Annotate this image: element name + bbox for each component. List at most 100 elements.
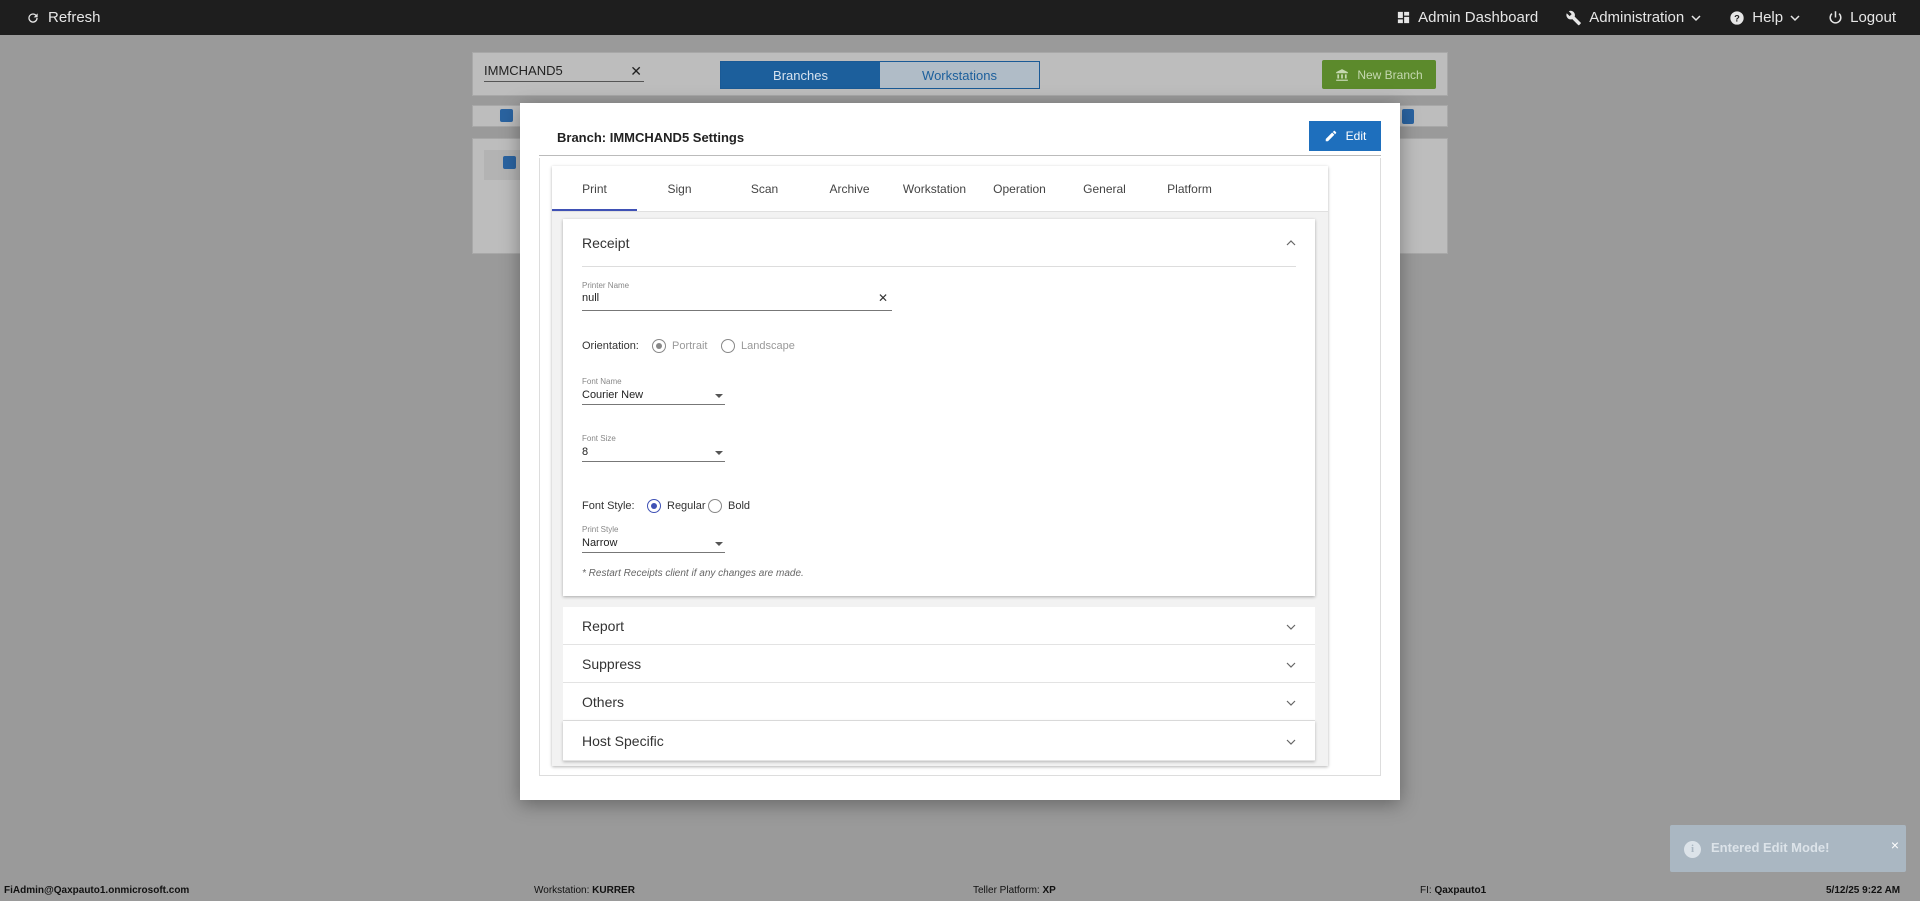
- tab-scan[interactable]: Scan: [722, 166, 807, 211]
- bold-radio[interactable]: [708, 499, 722, 513]
- chevron-down-icon: [1286, 662, 1296, 668]
- branch-settings-modal: Branch: IMMCHAND5 Settings Edit Print Si…: [520, 103, 1400, 800]
- fi-label: FI:: [1420, 885, 1432, 896]
- print-style-select[interactable]: Narrow: [582, 535, 725, 551]
- pencil-icon: [1325, 130, 1336, 142]
- status-user: FiAdmin@Qaxpauto1.onmicrosoft.com: [4, 885, 190, 896]
- select-all-checkbox[interactable]: [500, 109, 513, 122]
- settings-tabs: Print Sign Scan Archive Workstation Oper…: [552, 166, 1328, 212]
- printer-name-value: null: [582, 292, 600, 304]
- edit-mode-toast: i Entered Edit Mode! ×: [1670, 825, 1906, 872]
- status-workstation: Workstation: KURRER: [534, 885, 635, 896]
- tab-platform[interactable]: Platform: [1147, 166, 1232, 211]
- workstation-label: Workstation:: [534, 885, 590, 896]
- chevron-down-icon: [1286, 739, 1296, 745]
- tab-sign[interactable]: Sign: [637, 166, 722, 211]
- info-icon: i: [1684, 841, 1701, 858]
- help-menu[interactable]: ? Help: [1729, 9, 1800, 26]
- print-style-label: Print Style: [582, 525, 619, 534]
- caret-down-icon: [715, 451, 723, 455]
- edit-button[interactable]: Edit: [1309, 121, 1381, 151]
- chevron-down-icon: [1286, 700, 1296, 706]
- admin-dashboard-label: Admin Dashboard: [1418, 9, 1539, 26]
- receipt-section-header[interactable]: Receipt: [582, 219, 1296, 267]
- tab-workstation[interactable]: Workstation: [892, 166, 977, 211]
- new-branch-label: New Branch: [1357, 67, 1423, 82]
- portrait-label: Portrait: [672, 340, 708, 352]
- modal-header: Branch: IMMCHAND5 Settings Edit: [539, 121, 1381, 156]
- print-style-underline: [582, 552, 725, 553]
- view-toggle: Branches Workstations: [720, 61, 1040, 89]
- portrait-radio[interactable]: [652, 339, 666, 353]
- refresh-button[interactable]: Refresh: [26, 0, 101, 35]
- font-size-label: Font Size: [582, 434, 616, 443]
- landscape-radio[interactable]: [721, 339, 735, 353]
- chevron-up-icon[interactable]: [1286, 238, 1296, 248]
- logout-label: Logout: [1850, 9, 1896, 26]
- tab-operation[interactable]: Operation: [977, 166, 1062, 211]
- workstations-tab[interactable]: Workstations: [880, 62, 1039, 88]
- receipt-section-title: Receipt: [582, 235, 630, 251]
- tab-archive[interactable]: Archive: [807, 166, 892, 211]
- help-icon: ?: [1730, 10, 1744, 25]
- status-fi: FI: Qaxpauto1: [1420, 885, 1486, 896]
- close-toast-icon[interactable]: ×: [1891, 837, 1899, 853]
- others-section-header[interactable]: Others: [563, 683, 1315, 721]
- caret-down-icon: [715, 394, 723, 398]
- printer-name-label: Printer Name: [582, 281, 630, 290]
- chevron-down-icon: [1790, 14, 1800, 21]
- receipt-section: Receipt Printer Name null ✕ Orientation:…: [563, 219, 1315, 596]
- font-size-underline: [582, 461, 725, 462]
- bank-icon: [1336, 68, 1349, 81]
- clear-printer-icon[interactable]: ✕: [878, 291, 888, 305]
- regular-label: Regular: [667, 500, 706, 512]
- admin-dashboard-link[interactable]: Admin Dashboard: [1396, 9, 1538, 26]
- host-specific-section-title: Host Specific: [582, 733, 664, 749]
- chevron-down-icon: [1691, 14, 1701, 21]
- power-icon: [1829, 11, 1842, 24]
- caret-down-icon: [715, 542, 723, 546]
- logout-button[interactable]: Logout: [1828, 9, 1896, 26]
- suppress-section-header[interactable]: Suppress: [563, 645, 1315, 683]
- font-size-select[interactable]: 8: [582, 444, 725, 460]
- toast-message: Entered Edit Mode!: [1711, 840, 1830, 855]
- suppress-section-title: Suppress: [582, 656, 642, 672]
- branches-tab[interactable]: Branches: [721, 62, 880, 88]
- printer-name-input[interactable]: null ✕: [582, 291, 892, 307]
- clear-search-icon[interactable]: ✕: [630, 63, 642, 80]
- font-name-label: Font Name: [582, 377, 622, 386]
- workstation-value: KURRER: [592, 885, 635, 896]
- print-style-value: Narrow: [582, 537, 618, 549]
- landscape-label: Landscape: [741, 340, 795, 352]
- wrench-icon: [1566, 10, 1582, 25]
- refresh-label: Refresh: [48, 9, 101, 26]
- help-label: Help: [1752, 9, 1784, 26]
- restart-note: * Restart Receipts client if any changes…: [582, 568, 804, 579]
- row-checkbox[interactable]: [503, 156, 516, 169]
- font-name-value: Courier New: [582, 389, 644, 401]
- host-specific-section-header[interactable]: Host Specific: [563, 721, 1315, 761]
- tab-print[interactable]: Print: [552, 166, 637, 211]
- platform-value: XP: [1042, 885, 1056, 896]
- delete-icon[interactable]: [1402, 109, 1414, 124]
- branch-search-value: IMMCHAND5: [484, 63, 563, 78]
- branch-search-input[interactable]: IMMCHAND5 ✕: [484, 63, 644, 82]
- administration-menu[interactable]: Administration: [1566, 9, 1701, 26]
- fi-value: Qaxpauto1: [1434, 885, 1487, 896]
- font-style-label: Font Style:: [582, 500, 635, 512]
- others-section-title: Others: [582, 694, 625, 710]
- bold-label: Bold: [728, 500, 751, 512]
- font-name-underline: [582, 404, 725, 405]
- edit-label: Edit: [1345, 129, 1367, 143]
- report-section-header[interactable]: Report: [563, 607, 1315, 645]
- printer-name-underline: [582, 310, 892, 311]
- regular-radio[interactable]: [647, 499, 661, 513]
- tab-general[interactable]: General: [1062, 166, 1147, 211]
- modal-title: Branch: IMMCHAND5 Settings: [557, 130, 745, 145]
- new-branch-button[interactable]: New Branch: [1322, 60, 1436, 89]
- font-name-select[interactable]: Courier New: [582, 387, 725, 403]
- svg-text:?: ?: [1734, 13, 1740, 23]
- status-bar: FiAdmin@Qaxpauto1.onmicrosoft.com Workst…: [0, 882, 1920, 901]
- platform-label: Teller Platform:: [973, 885, 1040, 896]
- report-section-title: Report: [582, 618, 625, 634]
